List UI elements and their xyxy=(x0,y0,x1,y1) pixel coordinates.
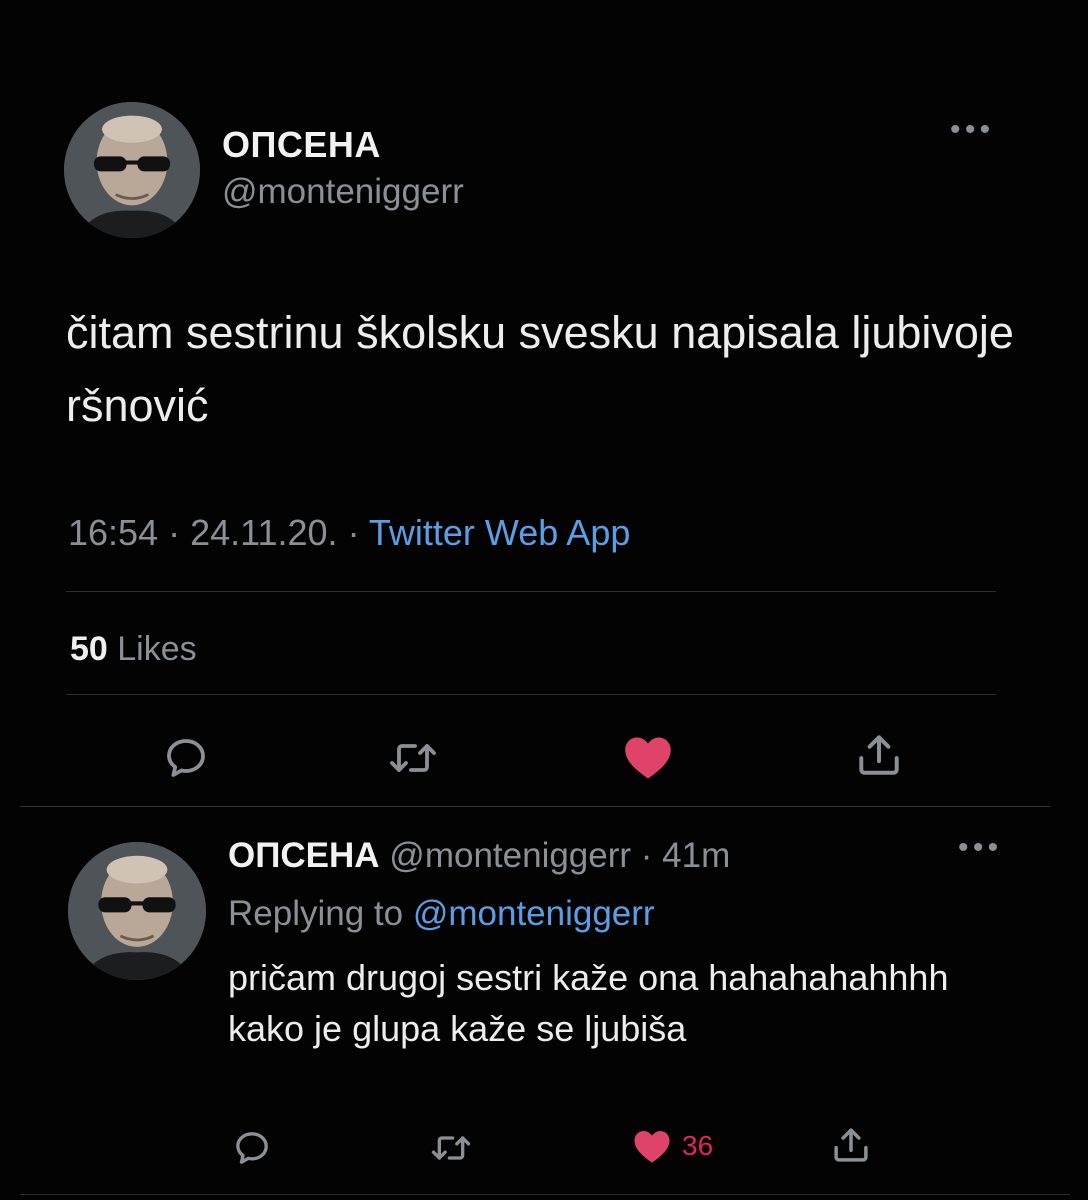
retweet-icon xyxy=(390,744,436,772)
reply-like-button[interactable]: 36 xyxy=(632,1126,713,1166)
reply-text: pričam drugoj sestri kaže ona hahahahahh… xyxy=(228,957,949,1049)
reply-handle[interactable]: @monteniggerr xyxy=(389,836,631,875)
divider xyxy=(20,806,1050,807)
share-icon xyxy=(859,735,899,775)
reply-header: ОПСЕНА @monteniggerr · 41m xyxy=(228,836,730,876)
likes-count: 50 xyxy=(70,630,108,668)
heart-icon xyxy=(625,737,671,779)
reply-time-separator: · xyxy=(631,836,663,875)
divider xyxy=(66,694,996,695)
reply-more-options-icon[interactable]: • • • xyxy=(958,833,998,863)
reply-share-button[interactable] xyxy=(830,1124,872,1166)
replying-to-handle[interactable]: @monteniggerr xyxy=(413,894,655,933)
avatar-portrait-icon xyxy=(68,842,206,980)
share-button[interactable] xyxy=(852,730,906,780)
tweet-date[interactable]: 24.11.20. xyxy=(190,512,337,553)
reply-time[interactable]: 41m xyxy=(662,836,730,875)
share-icon xyxy=(834,1128,868,1162)
divider xyxy=(20,1194,1070,1195)
reply-like-count: 36 xyxy=(682,1130,714,1161)
replying-to: Replying to @monteniggerr xyxy=(228,894,655,934)
reply-display-name[interactable]: ОПСЕНА xyxy=(228,836,380,875)
author-display-name[interactable]: ОПСЕНА xyxy=(222,124,381,166)
more-options-icon[interactable]: • • • xyxy=(950,115,990,145)
avatar-portrait-icon xyxy=(64,102,200,238)
reply-reply-button[interactable] xyxy=(232,1128,272,1168)
tweet-meta: 16:54 · 24.11.20. · Twitter Web App xyxy=(68,512,630,554)
heart-icon xyxy=(634,1131,670,1163)
replying-to-label: Replying to xyxy=(228,894,413,933)
reply-button[interactable] xyxy=(162,734,210,782)
tweet-text: čitam sestrinu školsku svesku napisala l… xyxy=(66,307,1014,431)
reply-icon xyxy=(167,739,205,777)
author-avatar[interactable] xyxy=(64,102,200,238)
tweet-time[interactable]: 16:54 xyxy=(68,512,158,553)
likes-stat[interactable]: 50 Likes xyxy=(70,630,197,669)
likes-label: Likes xyxy=(107,630,197,668)
tweet-screen: ОПСЕНА @monteniggerr • • • čitam sestrin… xyxy=(0,0,1088,1200)
divider xyxy=(66,591,996,592)
reply-icon xyxy=(236,1132,268,1164)
meta-separator: · xyxy=(158,512,191,553)
reply-retweet-button[interactable] xyxy=(428,1128,474,1168)
tweet-source[interactable]: Twitter Web App xyxy=(369,512,630,553)
reply-author-avatar[interactable] xyxy=(68,842,206,980)
retweet-icon xyxy=(431,1136,471,1160)
meta-separator: · xyxy=(337,512,369,553)
author-handle[interactable]: @monteniggerr xyxy=(222,172,464,212)
retweet-button[interactable] xyxy=(386,734,440,782)
like-button[interactable] xyxy=(622,732,674,782)
